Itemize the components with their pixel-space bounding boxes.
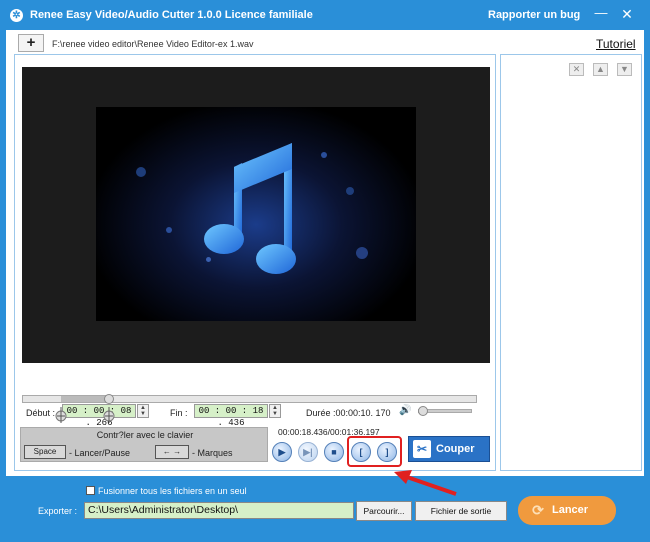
audio-artwork [96, 107, 416, 321]
timeline-slider[interactable] [22, 395, 477, 403]
stop-icon[interactable]: ■ [324, 442, 344, 462]
music-note-icon [204, 143, 296, 274]
space-key-desc: - Lancer/Pause [69, 448, 131, 458]
keyboard-help-panel: Contr?ler avec le clavier Space - Lancer… [20, 427, 268, 462]
close-button[interactable]: ✕ [620, 6, 634, 22]
fin-label: Fin : [170, 408, 188, 418]
remove-icon[interactable]: ✕ [569, 63, 584, 76]
highlight-box [347, 436, 402, 467]
timeline-selection [61, 396, 109, 402]
add-file-button[interactable]: + [18, 34, 44, 52]
merge-label: Fusionner tous les fichiers en un seul [98, 486, 247, 496]
step-icon[interactable]: ▶| [298, 442, 318, 462]
arrow-keys: ← → [155, 445, 189, 459]
annotation-arrow [394, 470, 457, 496]
app-logo-icon: ✲ [10, 9, 23, 22]
app-window: ✲ Renee Easy Video/Audio Cutter 1.0.0 Li… [0, 0, 650, 542]
minimize-button[interactable]: — [594, 6, 608, 22]
report-bug-link[interactable]: Rapporter un bug [488, 9, 580, 21]
fin-time-field[interactable]: 00 : 00 : 18 . 436 [194, 404, 268, 428]
scissors-icon: ✂ [413, 440, 431, 458]
export-label: Exporter : [38, 506, 78, 516]
end-marker-icon[interactable] [103, 407, 115, 423]
export-path-field[interactable]: C:\Users\Administrator\Desktop\ [84, 502, 354, 519]
volume-slider-knob[interactable] [418, 406, 428, 416]
merge-checkbox[interactable] [86, 486, 95, 495]
debut-spinner[interactable]: ▲ ▼ [137, 404, 149, 418]
keyboard-help-title: Contr?ler avec le clavier [96, 430, 194, 440]
debut-time-field[interactable]: 00 : 00 : 08 . 266 [62, 404, 136, 428]
file-list-panel: ✕ ▲ ▼ [500, 54, 642, 471]
tutorial-link[interactable]: Tutoriel [596, 37, 636, 51]
main-panel: + F:\renee video editor\Renee Video Edit… [6, 30, 644, 476]
arrow-keys-desc: - Marques [192, 448, 233, 458]
playhead-knob[interactable] [104, 394, 114, 404]
window-title: Renee Easy Video/Audio Cutter 1.0.0 Lice… [30, 9, 313, 21]
volume-icon: 🔊 [399, 405, 412, 416]
file-path-label: F:\renee video editor\Renee Video Editor… [52, 39, 254, 49]
video-preview [22, 67, 490, 363]
cut-button[interactable]: ✂ Couper [408, 436, 490, 462]
refresh-icon: ⟳ [532, 502, 544, 518]
cut-button-label: Couper [436, 443, 475, 455]
move-up-icon[interactable]: ▲ [593, 63, 608, 76]
start-marker-icon[interactable] [55, 407, 67, 423]
debut-label: Début : [26, 408, 56, 418]
launch-button-label: Lancer [552, 504, 589, 516]
title-bar: ✲ Renee Easy Video/Audio Cutter 1.0.0 Li… [0, 0, 650, 30]
output-file-button[interactable]: Fichier de sortie [415, 501, 507, 521]
play-icon[interactable]: ▶ [272, 442, 292, 462]
editor-area: Début : 00 : 00 : 08 . 266 ▲ ▼ Fin : 00 :… [14, 54, 496, 471]
launch-button[interactable]: ⟳ Lancer [518, 496, 616, 525]
duration-label: Durée :00:00:10. 170 [306, 408, 391, 418]
browse-button[interactable]: Parcourir... [356, 501, 412, 521]
space-key: Space [24, 445, 66, 459]
move-down-icon[interactable]: ▼ [617, 63, 632, 76]
fin-spinner[interactable]: ▲ ▼ [269, 404, 281, 418]
